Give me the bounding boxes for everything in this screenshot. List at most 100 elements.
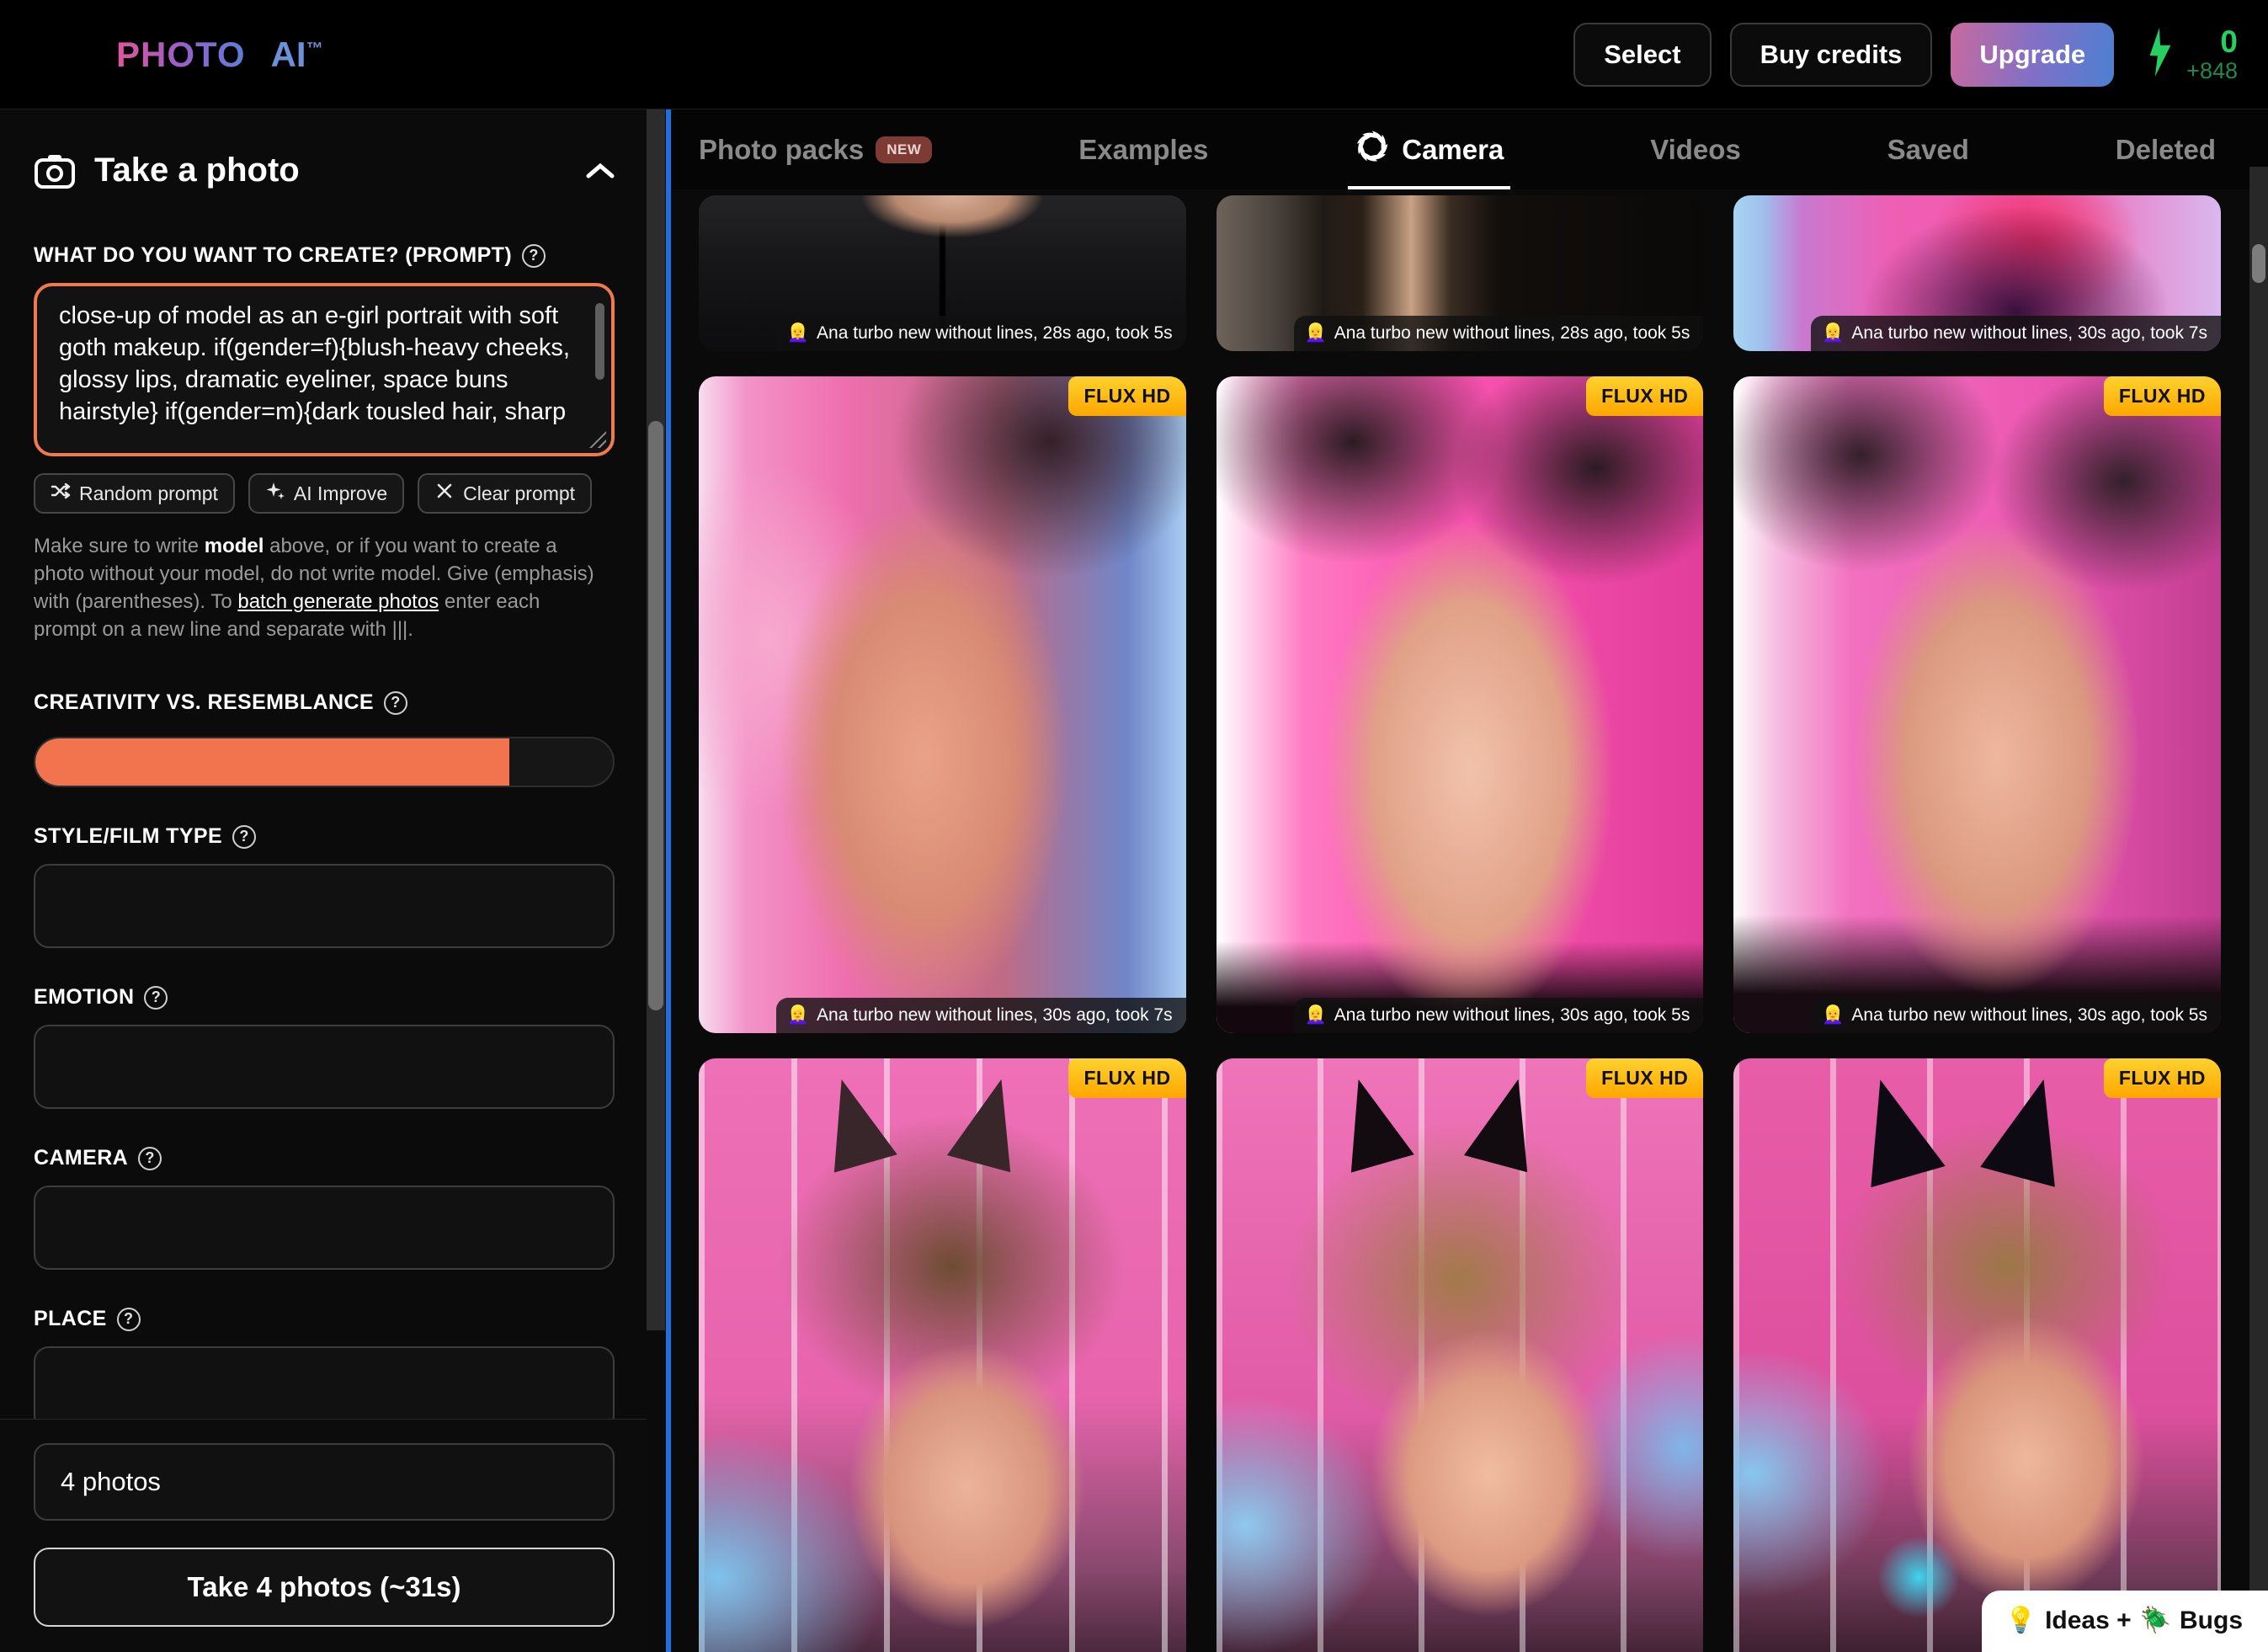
clear-prompt-button[interactable]: Clear prompt bbox=[418, 473, 592, 514]
lightning-bolt-icon bbox=[2144, 28, 2176, 81]
help-question-icon[interactable]: ? bbox=[384, 691, 407, 715]
place-label: PLACE ? bbox=[34, 1307, 615, 1331]
flux-hd-badge: FLUX HD bbox=[1586, 376, 1703, 416]
flux-hd-badge: FLUX HD bbox=[2104, 376, 2221, 416]
photo-caption: 👱‍♀️ Ana turbo new without lines, 30s ag… bbox=[776, 998, 1186, 1033]
upgrade-button[interactable]: Upgrade bbox=[1951, 23, 2114, 87]
photo-card[interactable]: 👱‍♀️ Ana turbo new without lines, 28s ag… bbox=[1217, 195, 1704, 351]
photo-caption: 👱‍♀️ Ana turbo new without lines, 30s ag… bbox=[1811, 316, 2221, 351]
help-question-icon[interactable]: ? bbox=[138, 1147, 162, 1170]
sidebar-resize-divider[interactable] bbox=[666, 109, 671, 1652]
tab-camera[interactable]: Camera bbox=[1355, 109, 1504, 189]
sidebar-footer: 4 photos Take 4 photos (~31s) bbox=[0, 1419, 647, 1652]
sparkles-icon bbox=[265, 481, 285, 506]
help-question-icon[interactable]: ? bbox=[522, 244, 546, 268]
lightbulb-emoji-icon: 💡 bbox=[2005, 1606, 2036, 1635]
brand-name: PHOTO bbox=[116, 35, 246, 75]
flux-hd-badge: FLUX HD bbox=[2104, 1058, 2221, 1098]
ideas-bugs-button[interactable]: 💡 Ideas + 🪲 Bugs bbox=[1982, 1591, 2268, 1652]
generated-photo bbox=[1733, 376, 2221, 1033]
generated-photo bbox=[1217, 376, 1704, 1033]
tab-examples[interactable]: Examples bbox=[1078, 109, 1208, 189]
tab-videos[interactable]: Videos bbox=[1650, 109, 1741, 189]
buy-credits-button[interactable]: Buy credits bbox=[1730, 23, 1933, 87]
photo-card[interactable]: FLUX HD 👱‍♀️ Ana turbo new without lines… bbox=[1217, 376, 1704, 1033]
camera-input[interactable] bbox=[34, 1186, 615, 1270]
tab-photo-packs[interactable]: Photo packs NEW bbox=[699, 109, 932, 189]
photo-card[interactable]: FLUX HD bbox=[1217, 1058, 1704, 1652]
prompt-scrollbar-thumb[interactable] bbox=[595, 303, 604, 380]
prompt-label: WHAT DO YOU WANT TO CREATE? (PROMPT) ? bbox=[34, 243, 615, 268]
batch-generate-link[interactable]: batch generate photos bbox=[237, 590, 439, 613]
photo-card[interactable]: FLUX HD bbox=[699, 1058, 1186, 1652]
photo-caption: 👱‍♀️ Ana turbo new without lines, 28s ag… bbox=[776, 316, 1186, 351]
camera-shutter-icon bbox=[1355, 129, 1390, 171]
collapse-chevron-up-icon[interactable] bbox=[586, 163, 615, 179]
photo-ai-spiral-logo-icon bbox=[40, 23, 99, 86]
model-avatar-emoji: 👱‍♀️ bbox=[787, 323, 809, 344]
model-avatar-emoji: 👱‍♀️ bbox=[787, 1005, 809, 1026]
camera-label: CAMERA ? bbox=[34, 1146, 615, 1170]
tab-deleted[interactable]: Deleted bbox=[2116, 109, 2216, 189]
sidebar-scrollbar-track[interactable] bbox=[647, 109, 665, 1330]
model-avatar-emoji: 👱‍♀️ bbox=[1822, 1005, 1844, 1026]
model-avatar-emoji: 👱‍♀️ bbox=[1305, 323, 1327, 344]
prompt-input[interactable]: close-up of model as an e-girl portrait … bbox=[34, 283, 615, 456]
brand-logo[interactable]: PHOTO AI™ bbox=[40, 23, 323, 86]
random-prompt-button[interactable]: Random prompt bbox=[34, 473, 235, 514]
credit-count: 0 bbox=[2220, 26, 2238, 59]
photo-card[interactable]: FLUX HD 👱‍♀️ Ana turbo new without lines… bbox=[699, 376, 1186, 1033]
page-scrollbar-track[interactable] bbox=[2249, 167, 2268, 1652]
photo-caption: 👱‍♀️ Ana turbo new without lines, 30s ag… bbox=[1294, 998, 1704, 1033]
credit-bonus: +848 bbox=[2186, 59, 2238, 83]
photo-caption: 👱‍♀️ Ana turbo new without lines, 30s ag… bbox=[1811, 998, 2221, 1033]
creativity-label: CREATIVITY VS. RESEMBLANCE ? bbox=[34, 690, 615, 715]
flux-hd-badge: FLUX HD bbox=[1068, 376, 1185, 416]
generated-photo bbox=[1217, 1058, 1704, 1652]
ai-improve-button[interactable]: AI Improve bbox=[248, 473, 404, 514]
photo-grid: 👱‍♀️ Ana turbo new without lines, 28s ag… bbox=[672, 189, 2268, 1652]
help-question-icon[interactable]: ? bbox=[144, 986, 168, 1010]
creativity-slider-fill bbox=[35, 738, 509, 786]
prompt-actions: Random prompt AI Improve Clear prompt bbox=[34, 473, 615, 514]
style-film-type-input[interactable] bbox=[34, 864, 615, 948]
sidebar-scrollbar-thumb[interactable] bbox=[648, 421, 663, 1010]
photo-caption: 👱‍♀️ Ana turbo new without lines, 28s ag… bbox=[1294, 316, 1704, 351]
emotion-label: EMOTION ? bbox=[34, 985, 615, 1010]
prompt-resize-handle[interactable] bbox=[589, 431, 606, 448]
help-question-icon[interactable]: ? bbox=[117, 1308, 141, 1331]
photo-card[interactable]: FLUX HD bbox=[1733, 1058, 2221, 1652]
main-content: Photo packs NEW Examples Camera Videos S… bbox=[672, 109, 2268, 1652]
bug-emoji-icon: 🪲 bbox=[2140, 1606, 2171, 1635]
shuffle-icon bbox=[51, 481, 71, 506]
main-tabs: Photo packs NEW Examples Camera Videos S… bbox=[672, 109, 2268, 189]
camera-outline-icon bbox=[34, 152, 76, 189]
option-fields: STYLE/FILM TYPE ? EMOTION ? CAMERA ? PLA… bbox=[34, 824, 615, 1431]
model-avatar-emoji: 👱‍♀️ bbox=[1305, 1005, 1327, 1026]
take-a-photo-header[interactable]: Take a photo bbox=[34, 152, 615, 189]
brand-suffix: AI™ bbox=[271, 35, 323, 75]
tab-saved[interactable]: Saved bbox=[1887, 109, 1969, 189]
sidebar: Take a photo WHAT DO YOU WANT TO CREATE?… bbox=[0, 109, 672, 1652]
help-question-icon[interactable]: ? bbox=[232, 825, 256, 849]
flux-hd-badge: FLUX HD bbox=[1586, 1058, 1703, 1098]
model-avatar-emoji: 👱‍♀️ bbox=[1822, 323, 1844, 344]
creativity-slider[interactable] bbox=[34, 737, 615, 787]
prompt-help-text: Make sure to write model above, or if yo… bbox=[34, 532, 598, 643]
photo-card[interactable]: 👱‍♀️ Ana turbo new without lines, 30s ag… bbox=[1733, 195, 2221, 351]
page-scrollbar-thumb[interactable] bbox=[2252, 244, 2265, 283]
photo-card[interactable]: 👱‍♀️ Ana turbo new without lines, 28s ag… bbox=[699, 195, 1186, 351]
select-button[interactable]: Select bbox=[1573, 23, 1711, 87]
photo-card[interactable]: FLUX HD 👱‍♀️ Ana turbo new without lines… bbox=[1733, 376, 2221, 1033]
new-badge: NEW bbox=[876, 136, 932, 163]
style-film-type-label: STYLE/FILM TYPE ? bbox=[34, 824, 615, 849]
x-icon bbox=[434, 481, 455, 506]
place-input[interactable] bbox=[34, 1346, 615, 1431]
app-header: PHOTO AI™ Select Buy credits Upgrade 0 +… bbox=[0, 0, 2268, 109]
credits-indicator[interactable]: 0 +848 bbox=[2144, 26, 2238, 83]
photo-count-select[interactable]: 4 photos bbox=[34, 1443, 615, 1521]
take-photos-button[interactable]: Take 4 photos (~31s) bbox=[34, 1548, 615, 1627]
emotion-input[interactable] bbox=[34, 1025, 615, 1109]
generated-photo bbox=[699, 376, 1186, 1033]
header-actions: Select Buy credits Upgrade 0 +848 bbox=[1573, 23, 2238, 87]
